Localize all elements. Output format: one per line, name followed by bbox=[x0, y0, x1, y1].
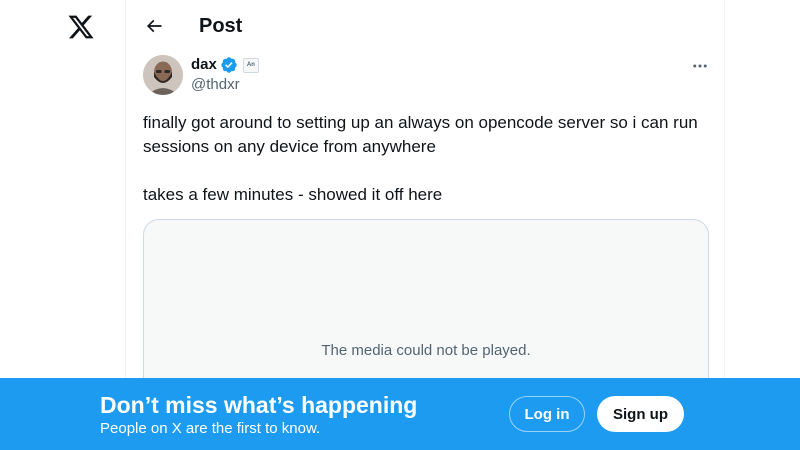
author-handle[interactable]: @thdxr bbox=[191, 75, 240, 95]
post-text-paragraph: finally got around to setting up an alwa… bbox=[143, 113, 698, 156]
post-text-paragraph: takes a few minutes - showed it off here bbox=[143, 185, 443, 204]
banner-subtitle: People on X are the first to know. bbox=[100, 420, 321, 437]
account-badge: An bbox=[242, 57, 259, 73]
verified-badge-icon bbox=[220, 56, 238, 74]
banner-title: Don’t miss what’s happening bbox=[100, 392, 418, 418]
signup-button[interactable]: Sign up bbox=[597, 396, 684, 432]
page: Post dax An @thdxr finally got around to… bbox=[0, 0, 800, 450]
login-button[interactable]: Log in bbox=[509, 396, 585, 432]
arrow-left-icon bbox=[146, 19, 162, 33]
x-logo-icon[interactable] bbox=[67, 13, 95, 41]
post-header: Post bbox=[126, 0, 726, 53]
page-title: Post bbox=[199, 15, 243, 37]
back-button[interactable] bbox=[138, 10, 170, 42]
media-error-message: The media could not be played. bbox=[321, 342, 531, 359]
author-name[interactable]: dax bbox=[191, 55, 217, 75]
post-text: finally got around to setting up an alwa… bbox=[143, 111, 709, 207]
signup-banner: Don’t miss what’s happening People on X … bbox=[0, 378, 800, 450]
more-options-button[interactable] bbox=[688, 54, 712, 78]
more-horizontal-icon bbox=[693, 64, 707, 68]
author-line: dax An bbox=[191, 55, 259, 75]
author-avatar[interactable] bbox=[143, 55, 183, 95]
